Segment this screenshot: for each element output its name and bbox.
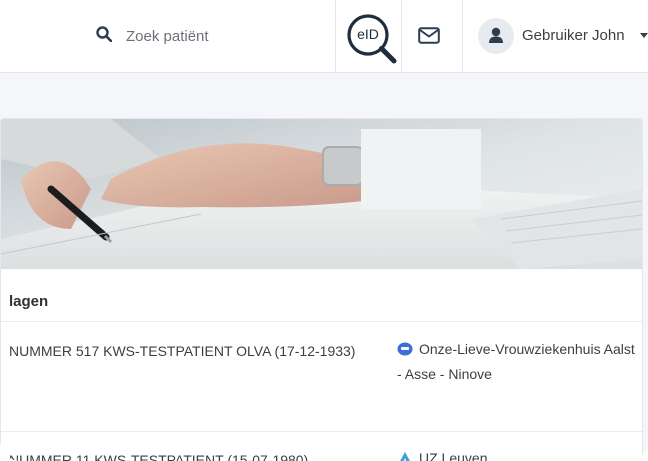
top-bar: eID Gebruiker John: [0, 0, 648, 73]
app-frame: eID Gebruiker John: [0, 0, 648, 461]
section-title: lagen: [9, 293, 49, 310]
patient-name[interactable]: NUMMER 517 KWS-TESTPATIENT OLVA (17-12-1…: [9, 340, 369, 362]
caret-down-icon[interactable]: [640, 33, 648, 38]
eid-button[interactable]: [338, 10, 410, 74]
divider: [401, 0, 402, 72]
uz-leuven-logo-icon: [400, 452, 410, 461]
search-input[interactable]: [126, 24, 326, 48]
divider: [335, 0, 336, 72]
row-separator: [1, 321, 642, 322]
mail-icon[interactable]: [418, 27, 440, 44]
olv-logo-icon: [397, 342, 413, 356]
row-separator: [1, 431, 642, 432]
content-card: lagen NUMMER 517 KWS-TESTPATIENT OLVA (1…: [0, 118, 643, 461]
hero-image: [1, 119, 642, 269]
user-menu-label[interactable]: Gebruiker John: [522, 27, 625, 44]
avatar[interactable]: [478, 18, 514, 54]
eid-magnifier-icon: [347, 14, 397, 64]
user-icon: [489, 27, 503, 43]
divider: [462, 0, 463, 72]
search-icon: [96, 26, 112, 42]
hospital-name: UZ Leuven: [397, 446, 637, 461]
hospital-name: Onze-Lieve-Vrouwziekenhuis Aalst - Asse …: [397, 341, 635, 382]
patient-name[interactable]: NUMMER 11 KWS-TESTPATIENT (15-07-1980): [9, 449, 369, 461]
